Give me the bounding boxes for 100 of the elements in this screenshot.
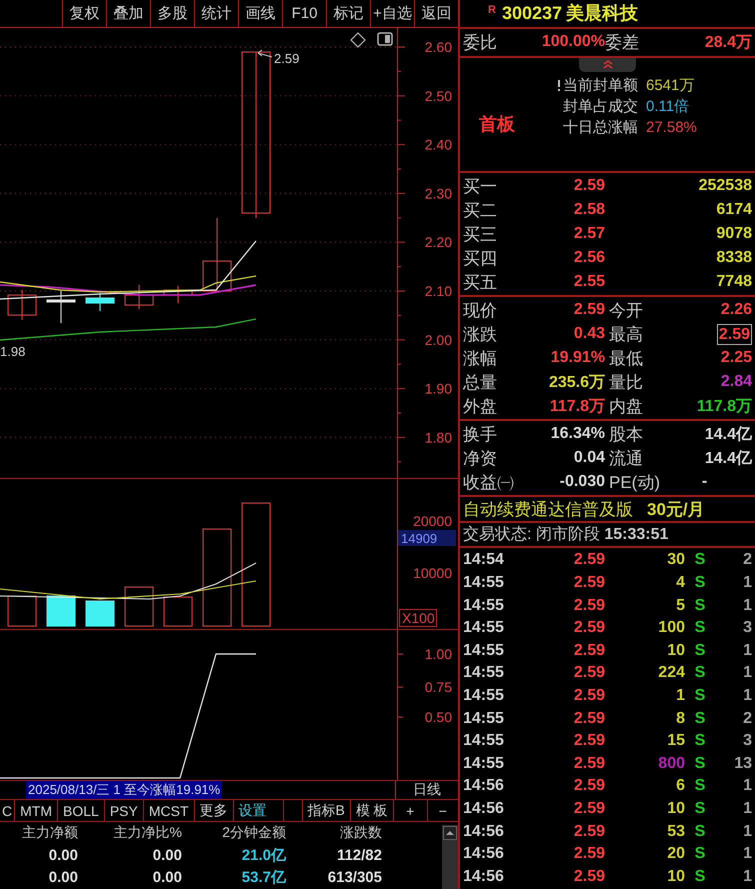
quote-label: 股本 bbox=[608, 424, 644, 446]
bid-label: 买四 bbox=[463, 248, 498, 270]
quote-value: 2.59 bbox=[716, 324, 752, 345]
quote-value: 2.26 bbox=[720, 301, 752, 320]
tick-price: 2.59 bbox=[572, 596, 605, 615]
tick-time: 14:56 bbox=[463, 800, 505, 818]
tick-count: 2 bbox=[742, 551, 752, 570]
tick-price: 2.59 bbox=[572, 574, 605, 592]
collapse-button[interactable] bbox=[579, 58, 636, 72]
scroll-up-icon[interactable] bbox=[443, 826, 457, 840]
axis-label: 2.40 bbox=[424, 136, 452, 153]
quote-label: 换手 bbox=[463, 424, 498, 446]
table-cell-text: 112/82 bbox=[336, 846, 382, 864]
tick-side: S bbox=[694, 732, 706, 750]
axis-label: 10000 bbox=[413, 565, 452, 581]
tick-count: 1 bbox=[742, 868, 752, 886]
quote-value: 117.8万 bbox=[696, 396, 752, 417]
column-header: 2分钟金额 bbox=[221, 824, 286, 842]
tick-side: S bbox=[694, 686, 706, 705]
seal-value: 6541万 bbox=[645, 76, 696, 95]
tick-side: S bbox=[694, 642, 706, 660]
tick-price: 2.59 bbox=[572, 777, 605, 796]
candlestick bbox=[46, 290, 76, 324]
bid-price: 2.59 bbox=[572, 177, 605, 196]
table-cell-text: 21.0亿 bbox=[240, 846, 286, 864]
tick-time: 14:55 bbox=[463, 732, 505, 750]
price-label: 2.59 bbox=[274, 51, 300, 66]
candlestick bbox=[124, 284, 154, 310]
date-info-label: 2025/08/13/三 1 至今涨幅19.91% bbox=[26, 781, 222, 799]
axis-label: 2.10 bbox=[424, 283, 452, 299]
diamond-icon[interactable] bbox=[350, 32, 366, 48]
board-tag: 首板 bbox=[460, 112, 534, 137]
volume-bar bbox=[8, 596, 36, 626]
price-label: 1.98 bbox=[0, 344, 26, 359]
tick-volume: 53 bbox=[666, 822, 685, 840]
axis-label: 1.80 bbox=[424, 429, 452, 446]
bid-price: 2.55 bbox=[572, 273, 605, 292]
tick-price: 2.59 bbox=[572, 868, 605, 886]
tick-side: S bbox=[694, 868, 706, 886]
column-header: 主力净额 bbox=[21, 824, 78, 842]
table-cell-text: 53.7亿 bbox=[240, 868, 286, 886]
seal-label: 当前封单额 bbox=[563, 76, 638, 95]
tick-time: 14:55 bbox=[463, 574, 505, 592]
bid-price: 2.56 bbox=[572, 249, 605, 268]
ad-price[interactable]: 30元/月 bbox=[647, 498, 705, 521]
bid-price: 2.57 bbox=[572, 225, 605, 244]
axis-label: 2.00 bbox=[424, 332, 452, 348]
toolbar-button[interactable]: +自选 bbox=[370, 0, 414, 27]
tick-volume: 15 bbox=[666, 732, 685, 750]
tick-side: S bbox=[694, 596, 706, 615]
quote-value: 117.8万 bbox=[548, 396, 605, 417]
table-cell-text: 0.00 bbox=[48, 846, 78, 864]
tick-time: 14:54 bbox=[463, 551, 505, 570]
axis-label: 0.50 bbox=[424, 709, 452, 725]
axis-label: 2.60 bbox=[424, 39, 452, 55]
candlestick bbox=[86, 292, 114, 312]
bid-label: 买三 bbox=[463, 224, 498, 246]
volume-bar bbox=[124, 586, 154, 626]
table-cell-text: 0.00 bbox=[152, 868, 182, 886]
axis-label: 2.50 bbox=[424, 88, 452, 104]
tick-volume: 6 bbox=[675, 777, 685, 796]
volume-bar bbox=[46, 596, 76, 626]
leader-line bbox=[258, 50, 272, 58]
tick-side: S bbox=[694, 619, 706, 638]
tick-side: S bbox=[694, 800, 706, 818]
quote-label: 涨幅 bbox=[463, 348, 498, 370]
ad-text[interactable]: 自动续费通达信普及版 bbox=[463, 498, 633, 521]
scrollbar[interactable] bbox=[442, 825, 458, 889]
tick-volume: 800 bbox=[657, 754, 685, 773]
tick-count: 1 bbox=[742, 686, 752, 705]
tick-count: 1 bbox=[742, 777, 752, 796]
tick-price: 2.59 bbox=[572, 551, 605, 570]
trading-status: 交易状态: 闭市阶段 15:33:51 bbox=[463, 524, 668, 546]
tick-time: 14:55 bbox=[463, 664, 505, 682]
axis-label: 1.90 bbox=[424, 380, 452, 397]
tick-price: 2.59 bbox=[572, 800, 605, 818]
tick-side: S bbox=[694, 664, 706, 682]
quote-label: 委差 bbox=[605, 32, 640, 54]
column-header: 涨跌数 bbox=[339, 824, 382, 842]
tick-time: 14:55 bbox=[463, 642, 505, 660]
tick-price: 2.59 bbox=[572, 754, 605, 773]
candlestick bbox=[164, 286, 192, 304]
tick-time: 14:56 bbox=[463, 845, 505, 864]
tick-side: S bbox=[694, 551, 706, 570]
tick-time: 14:55 bbox=[463, 754, 505, 773]
quote-label: 收益㈠ bbox=[463, 472, 513, 494]
quote-label: 最高 bbox=[608, 324, 644, 346]
table-cell-text: 0.00 bbox=[152, 846, 182, 864]
bid-volume: 252538 bbox=[698, 177, 752, 196]
current-volume-label: 14909 bbox=[398, 530, 456, 546]
indicator-tab[interactable]: C bbox=[0, 800, 16, 821]
panel-toggle-icon[interactable] bbox=[377, 32, 393, 46]
seal-label: 十日总涨幅 bbox=[563, 118, 638, 137]
quote-value: 14.4亿 bbox=[704, 424, 752, 445]
quote-label: 最低 bbox=[608, 348, 644, 370]
tick-volume: 8 bbox=[675, 710, 685, 728]
quote-label: 外盘 bbox=[463, 396, 498, 418]
tick-volume: 100 bbox=[657, 619, 685, 638]
quote-label: 总量 bbox=[463, 372, 498, 394]
tick-count: 2 bbox=[742, 710, 752, 728]
